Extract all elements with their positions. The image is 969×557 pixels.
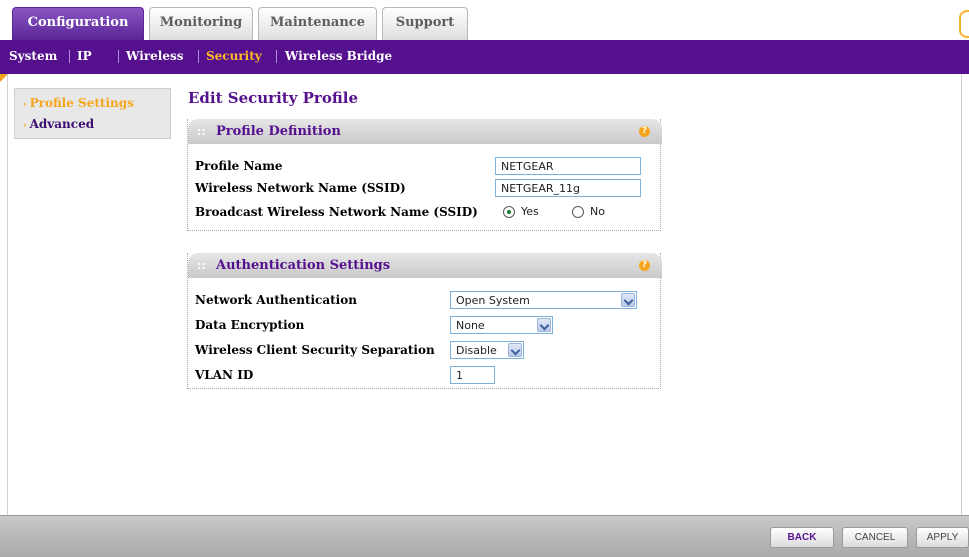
subnav-item-wireless-bridge[interactable]: Wireless Bridge <box>285 49 392 63</box>
client-separation-label: Wireless Client Security Separation <box>195 343 435 357</box>
subnav-item-system[interactable]: System <box>9 49 57 63</box>
chevron-down-icon[interactable] <box>508 343 522 357</box>
ssid-label: Wireless Network Name (SSID) <box>195 181 406 195</box>
select-value: Disable <box>456 344 497 357</box>
section-title: Authentication Settings <box>216 258 391 273</box>
content-frame-right <box>961 74 962 515</box>
chevron-right-icon: › <box>23 100 27 110</box>
profile-definition-section: :: Profile Definition ? Profile Name NET… <box>187 119 662 231</box>
chevron-down-icon[interactable] <box>537 318 551 332</box>
chevron-down-icon[interactable] <box>621 293 635 307</box>
select-value: None <box>456 319 485 332</box>
select-value: Open System <box>456 294 530 307</box>
network-authentication-label: Network Authentication <box>195 293 357 307</box>
data-encryption-label: Data Encryption <box>195 318 305 332</box>
subnav-divider <box>276 50 277 63</box>
subnav-item-ip[interactable]: IP <box>77 49 92 63</box>
vlan-id-label: VLAN ID <box>195 368 254 382</box>
subnav-divider <box>69 50 70 63</box>
content-frame-left <box>7 74 8 515</box>
apply-button[interactable]: APPLY <box>916 527 969 548</box>
ssid-field[interactable]: NETGEAR_11g <box>495 179 641 197</box>
cancel-button[interactable]: CANCEL <box>842 527 908 548</box>
subnav-item-wireless[interactable]: Wireless <box>126 49 184 63</box>
left-menu-item-advanced[interactable]: › Advanced <box>23 117 94 131</box>
broadcast-no-label: No <box>590 205 605 218</box>
tab-maintenance[interactable]: Maintenance <box>258 7 377 40</box>
authentication-settings-section: :: Authentication Settings ? Network Aut… <box>187 253 662 389</box>
help-icon[interactable]: ? <box>639 260 650 271</box>
section-header: :: Authentication Settings ? <box>188 253 662 278</box>
broadcast-ssid-label: Broadcast Wireless Network Name (SSID) <box>195 205 478 219</box>
profile-name-label: Profile Name <box>195 159 283 173</box>
left-menu-item-label: Advanced <box>29 117 95 131</box>
left-menu: › Profile Settings › Advanced <box>14 88 171 139</box>
subnav-divider <box>198 50 199 63</box>
sub-navigation: System IP Wireless Security Wireless Bri… <box>0 40 969 74</box>
section-title: Profile Definition <box>216 124 341 139</box>
subnav-item-security[interactable]: Security <box>206 49 262 63</box>
tab-monitoring[interactable]: Monitoring <box>149 7 253 40</box>
vlan-id-field[interactable]: 1 <box>450 366 495 384</box>
left-menu-item-profile-settings[interactable]: › Profile Settings <box>23 96 134 110</box>
back-button[interactable]: BACK <box>770 527 834 548</box>
chevron-right-icon: › <box>23 121 27 131</box>
tab-bar-edge-decoration <box>959 10 969 38</box>
tab-configuration[interactable]: Configuration <box>12 7 144 40</box>
profile-name-field[interactable]: NETGEAR <box>495 157 641 175</box>
footer-bar: BACK CANCEL APPLY <box>0 515 969 557</box>
data-encryption-select[interactable]: None <box>450 316 553 334</box>
section-header: :: Profile Definition ? <box>188 119 662 144</box>
top-tab-bar: Configuration Monitoring Maintenance Sup… <box>0 0 969 40</box>
broadcast-no-radio[interactable] <box>572 206 584 218</box>
tab-support[interactable]: Support <box>382 7 468 40</box>
client-separation-select[interactable]: Disable <box>450 341 524 359</box>
broadcast-yes-radio[interactable] <box>503 206 515 218</box>
broadcast-yes-label: Yes <box>521 205 539 218</box>
help-icon[interactable]: ? <box>639 126 650 137</box>
grip-icon: :: <box>197 259 206 272</box>
grip-icon: :: <box>197 125 206 138</box>
left-menu-item-label: Profile Settings <box>29 96 134 110</box>
page-title: Edit Security Profile <box>188 89 358 107</box>
network-authentication-select[interactable]: Open System <box>450 291 637 309</box>
subnav-divider <box>118 50 119 63</box>
